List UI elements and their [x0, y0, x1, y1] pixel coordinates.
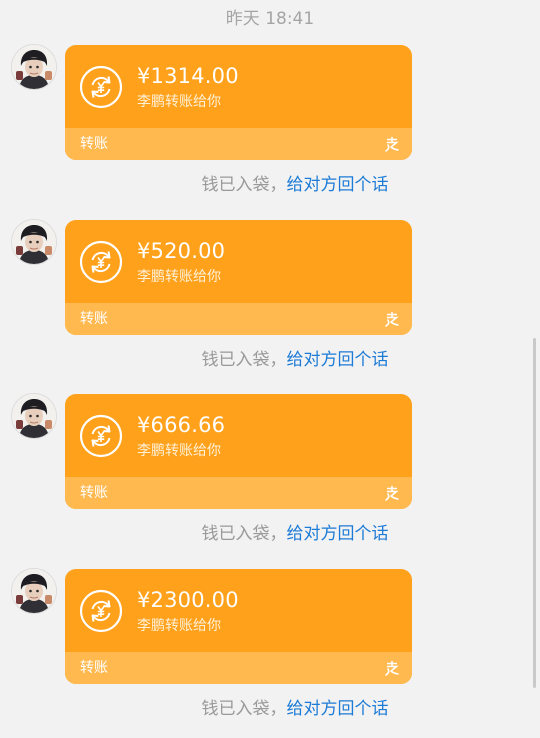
transfer-exchange-icon	[79, 414, 123, 458]
transfer-message: ¥2300.00 李鹏转账给你 转账 钱已入袋，给对方回个话	[0, 568, 540, 738]
received-notice: 钱已入袋，给对方回个话	[0, 349, 540, 371]
transfer-amount: ¥666.66	[137, 413, 226, 437]
reply-link[interactable]: 给对方回个话	[287, 175, 389, 195]
alipay-icon	[385, 311, 399, 327]
transfer-type-label: 转账	[80, 311, 108, 327]
avatar-image	[12, 394, 56, 438]
transfer-card-body: ¥520.00 李鹏转账给你	[65, 220, 412, 303]
avatar[interactable]	[11, 219, 57, 265]
transfer-exchange-icon	[79, 240, 123, 284]
transfer-card-footer: 转账	[65, 128, 412, 160]
transfer-type-label: 转账	[80, 485, 108, 501]
transfer-amount: ¥1314.00	[137, 64, 239, 88]
transfer-description: 李鹏转账给你	[137, 269, 221, 285]
scrollbar[interactable]	[533, 338, 536, 688]
transfer-message: ¥1314.00 李鹏转账给你 转账 钱已入袋，给对方回个话	[0, 44, 540, 219]
transfer-message: ¥666.66 李鹏转账给你 转账 钱已入袋，给对方回个话	[0, 393, 540, 568]
transfer-message: ¥520.00 李鹏转账给你 转账 钱已入袋，给对方回个话	[0, 219, 540, 394]
transfer-card-footer: 转账	[65, 303, 412, 335]
reply-link[interactable]: 给对方回个话	[287, 524, 389, 544]
transfer-description: 李鹏转账给你	[137, 618, 221, 634]
transfer-exchange-icon	[79, 589, 123, 633]
transfer-description: 李鹏转账给你	[137, 443, 221, 459]
transfer-type-label: 转账	[80, 660, 108, 676]
timestamp: 昨天 18:41	[225, 9, 315, 29]
avatar[interactable]	[11, 44, 57, 90]
transfer-card-body: ¥666.66 李鹏转账给你	[65, 394, 412, 477]
transfer-exchange-icon	[79, 65, 123, 109]
transfer-card[interactable]: ¥2300.00 李鹏转账给你 转账	[65, 569, 412, 684]
received-notice-text: 钱已入袋，	[201, 699, 287, 719]
reply-link[interactable]: 给对方回个话	[287, 350, 389, 370]
transfer-description: 李鹏转账给你	[137, 94, 221, 110]
transfer-card[interactable]: ¥666.66 李鹏转账给你 转账	[65, 394, 412, 509]
received-notice: 钱已入袋，给对方回个话	[0, 174, 540, 196]
transfer-type-label: 转账	[80, 136, 108, 152]
avatar[interactable]	[11, 393, 57, 439]
reply-link[interactable]: 给对方回个话	[287, 699, 389, 719]
transfer-card-footer: 转账	[65, 652, 412, 684]
chat-view: 昨天 18:41 ¥1314.00 李鹏转账给你 转账 钱已入袋，给对方回个话 …	[0, 0, 540, 738]
transfer-card-body: ¥2300.00 李鹏转账给你	[65, 569, 412, 652]
received-notice-text: 钱已入袋，	[201, 350, 287, 370]
transfer-card[interactable]: ¥520.00 李鹏转账给你 转账	[65, 220, 412, 335]
transfer-card-body: ¥1314.00 李鹏转账给你	[65, 45, 412, 128]
avatar[interactable]	[11, 568, 57, 614]
alipay-icon	[385, 485, 399, 501]
transfer-amount: ¥2300.00	[137, 588, 239, 612]
avatar-image	[12, 220, 56, 264]
received-notice: 钱已入袋，给对方回个话	[0, 698, 540, 720]
avatar-image	[12, 45, 56, 89]
transfer-amount: ¥520.00	[137, 239, 226, 263]
alipay-icon	[385, 660, 399, 676]
transfer-card[interactable]: ¥1314.00 李鹏转账给你 转账	[65, 45, 412, 160]
received-notice-text: 钱已入袋，	[201, 175, 287, 195]
transfer-card-footer: 转账	[65, 477, 412, 509]
alipay-icon	[385, 136, 399, 152]
received-notice: 钱已入袋，给对方回个话	[0, 523, 540, 545]
received-notice-text: 钱已入袋，	[201, 524, 287, 544]
avatar-image	[12, 569, 56, 613]
